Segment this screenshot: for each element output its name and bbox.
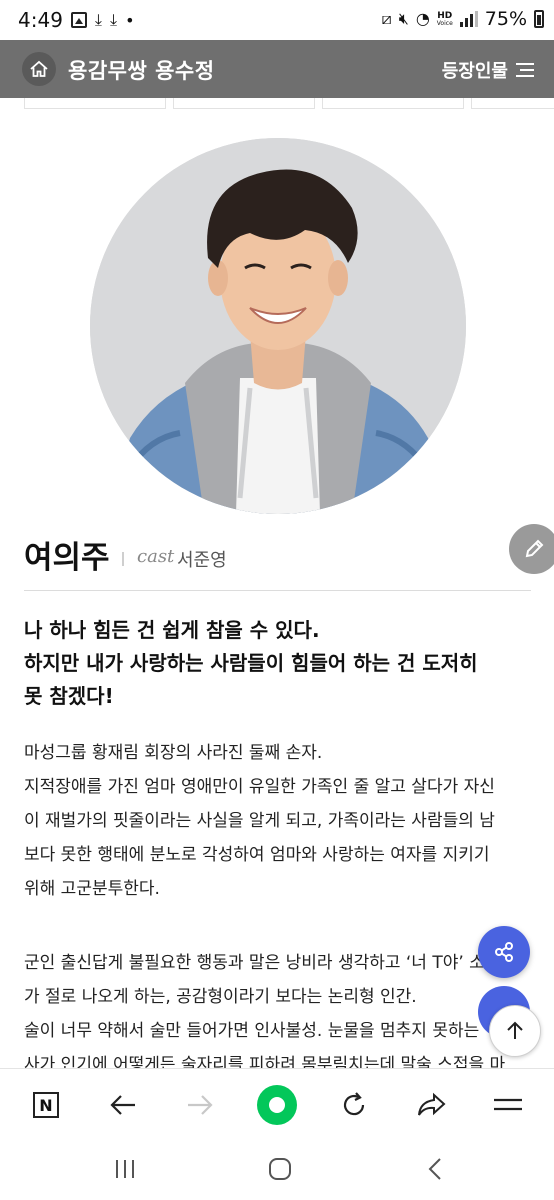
recent-apps-icon <box>116 1160 134 1178</box>
reload-button[interactable] <box>332 1083 376 1127</box>
home-button[interactable] <box>22 52 56 86</box>
cast-menu-label: 등장인물 <box>441 61 508 82</box>
quote-line: 하지만 내가 사랑하는 사람들이 힘들어 하는 건 도저히 <box>24 651 478 675</box>
forward-button[interactable] <box>178 1083 222 1127</box>
battery-percent: 75% <box>484 8 527 30</box>
share-button[interactable] <box>478 926 530 978</box>
more-menu-button[interactable] <box>486 1083 530 1127</box>
arrow-right-icon <box>188 1095 213 1115</box>
quote-line: 나 하나 힘든 건 쉽게 참을 수 있다. <box>24 618 320 642</box>
recent-apps-button[interactable] <box>105 1154 145 1184</box>
hd-label: HD <box>437 10 453 21</box>
back-nav-icon <box>428 1158 441 1180</box>
description-line: 가 절로 나오게 하는, 공감형이라기 보다는 논리형 인간. <box>24 987 417 1007</box>
character-portrait <box>90 138 466 514</box>
browser-toolbar: N <box>0 1068 554 1141</box>
arrow-left-icon <box>110 1095 135 1115</box>
home-icon <box>30 60 48 77</box>
reload-icon <box>343 1092 365 1116</box>
battery-icon <box>534 10 544 28</box>
hd-voice-icon: HD Voice <box>436 10 453 27</box>
character-tab-strip <box>0 98 554 110</box>
cast-actor-name: 서준영 <box>177 550 227 571</box>
naver-home-button[interactable]: N <box>24 1083 68 1127</box>
description-line: 술이 너무 약해서 술만 들어가면 인사불성. 눈물을 멈추지 못하는 <box>24 1021 480 1041</box>
tab-cell[interactable] <box>173 98 315 109</box>
share-icon <box>495 942 513 962</box>
description-line: 보다 못한 행태에 분노로 각성하여 엄마와 사랑하는 여자를 지키기 <box>24 845 490 865</box>
status-bar: 4:49 ⤓ ⤓ • ⧄ 🔇︎ ◔ HD Voice 75% <box>0 0 554 40</box>
description-line: 지적장애를 가진 엄마 영애만이 유일한 가족인 줄 알고 살다가 자신 <box>24 777 495 797</box>
system-nav-bar <box>0 1140 554 1200</box>
mute-icon: 🔇︎ <box>398 9 409 28</box>
gallery-notification-icon <box>70 12 87 28</box>
description-line: 군인 출신답게 불필요한 행동과 말은 낭비라 생각하고 ‘너 T야’ 소리 <box>24 953 501 973</box>
pencil-icon <box>525 539 544 558</box>
character-name: 여의주 <box>24 540 110 576</box>
home-nav-button[interactable] <box>260 1154 300 1184</box>
voice-label: Voice <box>436 19 453 27</box>
cast-menu-button[interactable]: 등장인물 <box>442 57 534 83</box>
status-dot: • <box>125 10 135 30</box>
naver-n-icon: N <box>33 1092 59 1118</box>
portrait-illustration <box>90 138 466 514</box>
cast-label: cast <box>137 546 175 567</box>
tab-cell[interactable] <box>471 98 554 109</box>
character-description-2: 군인 출신답게 불필요한 행동과 말은 낭비라 생각하고 ‘너 T야’ 소리 가… <box>24 946 554 1082</box>
tab-cell[interactable] <box>24 98 166 109</box>
back-nav-button[interactable] <box>415 1154 455 1184</box>
character-description: 마성그룹 황재림 회장의 사라진 둘째 손자. 지적장애를 가진 엄마 영애만이… <box>24 736 534 906</box>
send-button[interactable] <box>409 1083 453 1127</box>
description-line: 위해 고군분투한다. <box>24 879 160 899</box>
edit-button[interactable] <box>509 524 554 574</box>
arrow-up-icon <box>507 1021 523 1039</box>
hamburger-icon <box>516 63 534 77</box>
home-nav-icon <box>269 1158 291 1180</box>
description-line: 마성그룹 황재림 회장의 사라진 둘째 손자. <box>24 743 323 763</box>
signal-icon <box>459 11 478 27</box>
scroll-top-button[interactable] <box>489 1005 541 1057</box>
quote-line: 못 참겠다! <box>24 684 114 708</box>
description-line: 이 재벌가의 핏줄이라는 사실을 알게 되고, 가족이라는 사람들의 남 <box>24 811 495 831</box>
back-button[interactable] <box>101 1083 145 1127</box>
name-divider <box>24 590 531 591</box>
character-quote: 나 하나 힘든 건 쉽게 참을 수 있다. 하지만 내가 사랑하는 사람들이 힘… <box>24 614 530 713</box>
tab-cell[interactable] <box>322 98 464 109</box>
share-arrow-icon <box>418 1092 446 1116</box>
more-menu-icon <box>494 1098 522 1111</box>
vibrate-off-icon: ⧄ <box>381 9 392 28</box>
naver-green-button[interactable] <box>255 1083 299 1127</box>
naver-green-icon <box>257 1085 297 1125</box>
wifi-icon: ◔ <box>415 9 430 28</box>
name-separator <box>122 552 124 566</box>
download-icon: ⤓ <box>110 10 118 29</box>
download-icon: ⤓ <box>94 10 102 29</box>
app-header: 용감무쌍 용수정 등장인물 <box>0 40 554 98</box>
status-time: 4:49 <box>18 8 63 32</box>
page-title: 용감무쌍 용수정 <box>68 59 215 83</box>
